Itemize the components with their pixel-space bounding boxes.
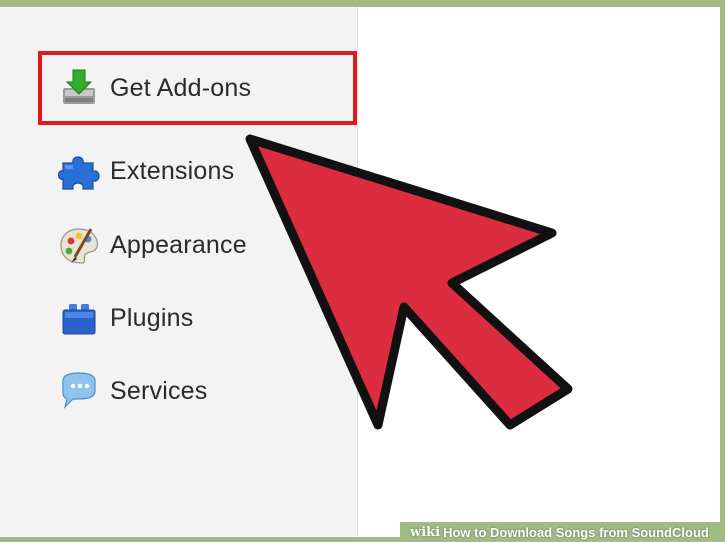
pointer-arrow-icon <box>245 134 573 430</box>
caption-banner: wiki How to Download Songs from SoundClo… <box>400 522 725 542</box>
caption-title: How to Download Songs from SoundCloud <box>443 524 709 540</box>
addons-manager-window: Get Add-ons Extensions Appearance Plugin… <box>0 7 720 537</box>
brand-logo: wiki <box>410 524 441 540</box>
